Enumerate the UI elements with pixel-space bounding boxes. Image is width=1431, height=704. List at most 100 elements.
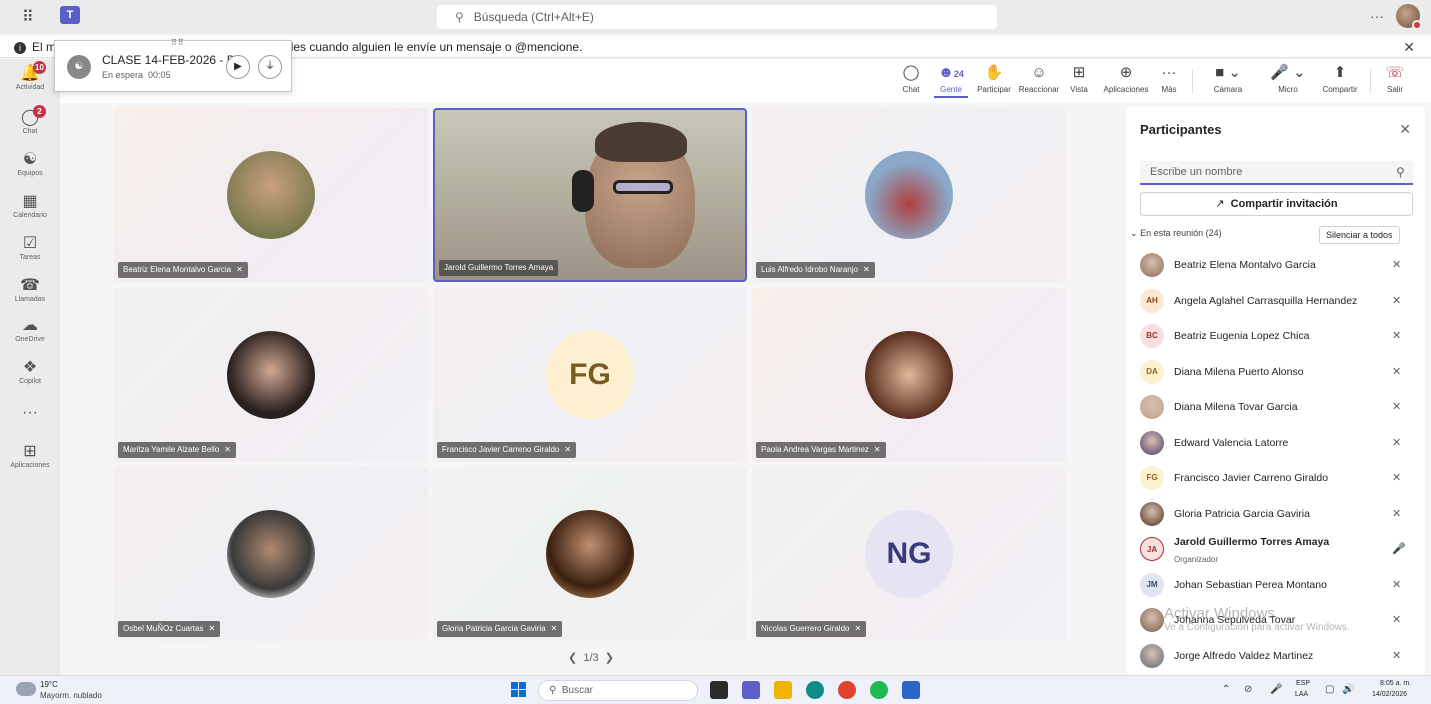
chat-badge: 2 <box>33 105 46 118</box>
chrome-icon[interactable] <box>838 681 856 699</box>
drag-handle-icon[interactable]: ⠿⠿ <box>171 38 185 47</box>
activation-watermark: Activar Windows <box>1164 605 1275 622</box>
participant-tile[interactable]: Gloria Patricia Garcia Gaviria ✕ <box>433 467 747 641</box>
participant-photo <box>227 151 315 239</box>
teams-taskbar-icon[interactable] <box>742 681 760 699</box>
participant-tile[interactable]: Luis Alfredo Idrobo Naranjo ✕ <box>752 108 1066 282</box>
rail-item-equipos[interactable]: ☯ Equipos <box>0 149 60 177</box>
clock-time[interactable]: 8:05 a. m. <box>1380 680 1411 687</box>
edge-icon[interactable] <box>806 681 824 699</box>
mic-button[interactable]: 🎤 ⌄ Micro <box>1266 63 1310 94</box>
volume-icon[interactable]: 🔊 <box>1342 684 1354 695</box>
rail-item-tareas[interactable]: ☑ Tareas <box>0 233 60 261</box>
rail-item-copilot[interactable]: ❖ Copilot <box>0 357 60 385</box>
view-button[interactable]: ⊞ Vista <box>1066 63 1092 94</box>
profile-avatar[interactable] <box>1396 4 1422 30</box>
react-button[interactable]: ☺ Reaccionar <box>1016 63 1062 94</box>
toolbar-divider <box>1370 69 1371 93</box>
participant-name: Osbel MuÑOz Cuartas <box>123 624 204 633</box>
participant-row[interactable]: DA Diana Milena Puerto Alonso ✕ <box>1126 355 1425 390</box>
mic-muted-icon: ✕ <box>208 624 216 633</box>
windows-start-icon[interactable] <box>511 682 527 698</box>
cloud-weather-icon[interactable] <box>16 682 36 696</box>
file-explorer-icon[interactable] <box>774 681 792 699</box>
more-button[interactable]: ··· Más <box>1156 63 1182 94</box>
mic-muted-icon: ✕ <box>1392 614 1402 626</box>
participant-tile[interactable]: NG Nicolas Guerrero Giraldo ✕ <box>752 467 1066 641</box>
rail-label: Actividad <box>15 84 45 91</box>
participant-row[interactable]: Beatriz Elena Montalvo Garcia ✕ <box>1126 248 1425 283</box>
network-icon[interactable]: ⊘ <box>1244 684 1252 695</box>
chat-button[interactable]: ◯ Chat <box>898 63 924 94</box>
participant-search-input[interactable] <box>1140 161 1413 185</box>
people-button[interactable]: ☻24 Gente <box>934 63 968 98</box>
spotify-icon[interactable] <box>870 681 888 699</box>
prev-page-icon[interactable]: ❮ <box>568 652 577 664</box>
share-button[interactable]: ⬆ Compartir <box>1320 63 1360 94</box>
participant-photo <box>865 151 953 239</box>
participant-tile[interactable]: FG Francisco Javier Carreno Giraldo ✕ <box>433 288 747 462</box>
participant-tile[interactable]: Paola Andrea Vargas Martinez ✕ <box>752 288 1066 462</box>
rail-item-chat[interactable]: ◯ 2 Chat <box>0 105 60 135</box>
language-code[interactable]: ESP <box>1296 680 1310 687</box>
camera-button[interactable]: ■ ⌄ Cámara <box>1206 63 1250 94</box>
display-icon[interactable]: ▢ <box>1325 684 1334 695</box>
participant-name: Maritza Yamile Alzate Bello <box>123 445 220 454</box>
participant-row[interactable]: JM Johan Sebastian Perea Montano ✕ <box>1126 568 1425 603</box>
search-box[interactable]: ⚲ Búsqueda (Ctrl+Alt+E) <box>437 5 997 29</box>
participant-row[interactable]: AH Angela Aglahel Carrasquilla Hernandez ✕ <box>1126 284 1425 319</box>
rail-item-onedrive[interactable]: ☁ OneDrive <box>0 315 60 343</box>
app-launcher-icon[interactable]: ⠿ <box>22 7 34 27</box>
rail-label: Equipos <box>17 170 43 177</box>
clock-date[interactable]: 14/02/2026 <box>1372 691 1407 698</box>
rail-item-aplicaciones[interactable]: ⊞ Aplicaciones <box>0 441 60 469</box>
participant-tile-speaking[interactable]: Jarold Guillermo Torres Amaya <box>433 108 747 282</box>
participant-row[interactable]: Edward Valencia Latorre ✕ <box>1126 426 1425 461</box>
participant-name: Beatriz Elena Montalvo Garcia <box>123 265 232 274</box>
meeting-section-toggle[interactable]: ⌄ En esta reunión (24) <box>1130 228 1222 239</box>
rail-item-llamadas[interactable]: ☎ Llamadas <box>0 275 60 303</box>
participant-tile[interactable]: Beatriz Elena Montalvo Garcia ✕ <box>114 108 428 282</box>
rail-item-calendario[interactable]: ▦ Calendario <box>0 191 60 219</box>
leave-button[interactable]: ☏ Salir <box>1380 63 1410 94</box>
more-options-icon[interactable]: ··· <box>1370 8 1384 24</box>
apps-button[interactable]: ⊕ Aplicaciones <box>1100 63 1152 94</box>
chevron-up-icon[interactable]: ⌃ <box>1222 684 1230 695</box>
close-notification-icon[interactable]: ✕ <box>1403 36 1415 58</box>
close-panel-icon[interactable]: ✕ <box>1399 121 1411 138</box>
mic-tray-icon[interactable]: 🎤 <box>1270 684 1282 695</box>
participant-tile[interactable]: Maritza Yamile Alzate Bello ✕ <box>114 288 428 462</box>
keyboard-layout[interactable]: LAA <box>1295 691 1308 698</box>
rail-item-actividad[interactable]: 🔔 10 Actividad <box>0 61 60 91</box>
hang-up-button[interactable]: ⏚ <box>258 55 282 79</box>
raise-hand-button[interactable]: ✋ Participar <box>974 63 1014 94</box>
mic-label: Micro <box>1278 85 1298 94</box>
weather-description: Mayorm. nublado <box>40 691 102 700</box>
participant-name-tag: Luis Alfredo Idrobo Naranjo ✕ <box>756 262 875 278</box>
camera-off-icon: ■ ⌄ <box>1215 64 1241 81</box>
participant-row[interactable]: Gloria Patricia Garcia Gaviria ✕ <box>1126 497 1425 532</box>
share-invite-button[interactable]: ↗ Compartir invitación <box>1140 192 1413 216</box>
resume-button[interactable]: ▶ <box>226 55 250 79</box>
participant-row[interactable]: Jorge Alfredo Valdez Martinez ✕ <box>1126 639 1425 674</box>
participant-row[interactable]: JA Jarold Guillermo Torres Amaya Organizad… <box>1126 532 1425 567</box>
participant-name: Diana Milena Puerto Alonso <box>1174 365 1304 378</box>
smiley-icon: ☺ <box>1031 64 1047 81</box>
participant-tile[interactable]: Osbel MuÑOz Cuartas ✕ <box>114 467 428 641</box>
apps-icon: ⊞ <box>23 443 37 460</box>
next-page-icon[interactable]: ❯ <box>605 652 614 664</box>
participant-row[interactable]: Diana Milena Tovar Garcia ✕ <box>1126 390 1425 425</box>
outlook-icon[interactable] <box>902 681 920 699</box>
chevron-down-icon: ⌄ <box>1130 228 1138 238</box>
participant-row[interactable]: FG Francisco Javier Carreno Giraldo ✕ <box>1126 461 1425 496</box>
rail-item-more[interactable]: ··· <box>0 404 60 424</box>
task-view-icon[interactable] <box>710 681 728 699</box>
participant-avatar <box>1140 643 1164 668</box>
teams-icon: ☯ <box>22 151 38 168</box>
mute-all-button[interactable]: Silenciar a todos <box>1319 226 1400 244</box>
call-on-hold-card[interactable]: ⠿⠿ ☯ CLASE 14-FEB-2026 - D En espera 00:… <box>54 38 292 92</box>
participant-name-tag: Maritza Yamile Alzate Bello ✕ <box>118 442 236 458</box>
taskbar-search[interactable]: ⚲ Buscar <box>538 680 698 701</box>
participant-row[interactable]: BC Beatriz Eugenia Lopez Chica ✕ <box>1126 319 1425 354</box>
title-bar: ⠿ T ⚲ Búsqueda (Ctrl+Alt+E) ··· <box>0 0 1431 34</box>
